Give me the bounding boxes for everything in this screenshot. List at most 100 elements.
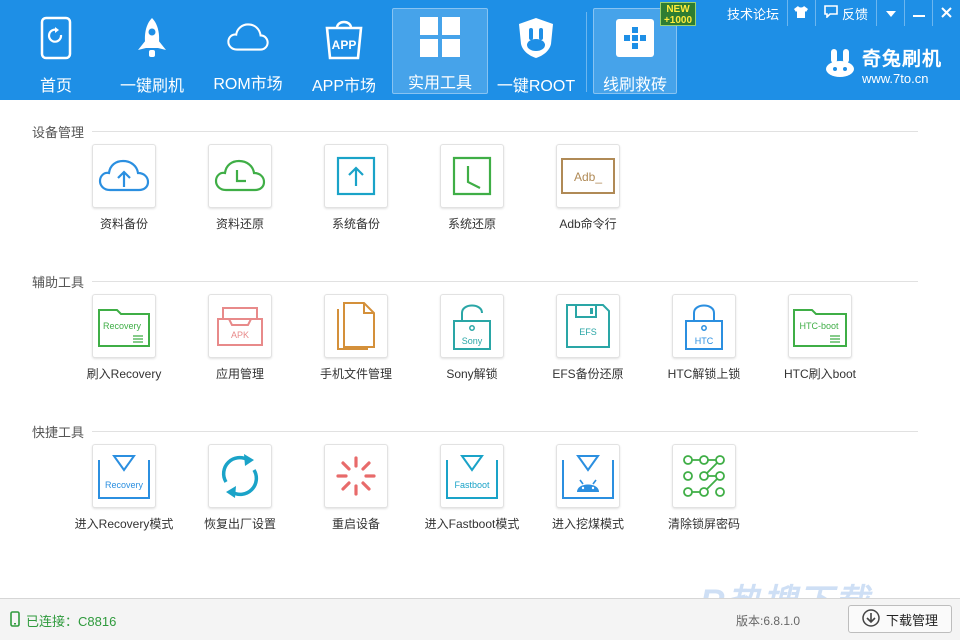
section-title-text: 快捷工具 bbox=[32, 425, 85, 440]
feedback-link[interactable]: 反馈 bbox=[814, 0, 876, 26]
tool-label: 进入Recovery模式 bbox=[74, 517, 174, 531]
rabbit-logo-icon bbox=[824, 48, 856, 83]
section-title: 快捷工具 bbox=[32, 422, 918, 441]
minimize-button[interactable] bbox=[904, 0, 932, 26]
tool-label: 系统还原 bbox=[447, 217, 496, 231]
section-device-management: 设备管理 资料备份 资料还原 系统备份 系统还原 Adb_ Adb命令行 bbox=[32, 122, 918, 231]
tool-label: 清除锁屏密码 bbox=[667, 517, 740, 531]
tool-clear-lock-password[interactable]: 清除锁屏密码 bbox=[646, 444, 762, 544]
tool-data-backup[interactable]: 资料备份 bbox=[66, 144, 182, 244]
tool-label: 系统备份 bbox=[331, 217, 380, 231]
section-divider bbox=[92, 281, 918, 282]
title-bar-controls: 技术论坛 反馈 bbox=[719, 0, 960, 26]
section-title-text: 辅助工具 bbox=[32, 275, 85, 290]
status-bar: 已连接：C8816 版本:6.8.1.0 下载管理 bbox=[0, 598, 960, 640]
tool-sony-unlock[interactable]: Sony Sony解锁 bbox=[414, 294, 530, 394]
nav-label: ROM市场 bbox=[213, 76, 283, 93]
tool-enter-recovery[interactable]: Recovery 进入Recovery模式 bbox=[66, 444, 182, 544]
download-manager-button[interactable]: 下载管理 bbox=[848, 605, 952, 633]
tool-label: 应用管理 bbox=[215, 367, 264, 381]
tool-enter-download-mode[interactable]: 进入挖煤模式 bbox=[530, 444, 646, 544]
tool-label: 刷入Recovery bbox=[86, 367, 162, 381]
section-quick-tools: 快捷工具 Recovery 进入Recovery模式 恢复出厂设置 重启设备 F… bbox=[32, 422, 918, 531]
cloud-icon bbox=[226, 16, 270, 58]
terminal-icon: Adb_ bbox=[556, 144, 620, 208]
tool-label: 恢复出厂设置 bbox=[203, 517, 276, 531]
connection-text: 已连接：C8816 bbox=[26, 614, 117, 629]
nav-one-click-root[interactable]: 一键ROOT bbox=[488, 8, 584, 95]
section-divider bbox=[92, 131, 918, 132]
version-text: 版本:6.8.1.0 bbox=[736, 614, 801, 628]
svg-text:Adb_: Adb_ bbox=[574, 170, 602, 184]
forum-link[interactable]: 技术论坛 bbox=[719, 0, 787, 26]
tool-label: HTC刷入boot bbox=[783, 367, 857, 381]
nav-label: 首页 bbox=[39, 78, 72, 95]
box-clock-icon bbox=[440, 144, 504, 208]
nav-app-market[interactable]: APP APP市场 bbox=[296, 8, 392, 95]
section-title-text: 设备管理 bbox=[32, 125, 85, 140]
nav-rom-market[interactable]: ROM市场 bbox=[200, 8, 296, 94]
tool-htc-lock[interactable]: HTC HTC解锁上锁 bbox=[646, 294, 762, 394]
brick-plus-icon bbox=[613, 17, 657, 59]
folder-htcboot-icon: HTC-boot bbox=[788, 294, 852, 358]
svg-text:Recovery: Recovery bbox=[103, 321, 142, 331]
box-upload-icon bbox=[324, 144, 388, 208]
badge-line: +1000 bbox=[663, 15, 693, 26]
chevron-down-icon bbox=[885, 6, 897, 21]
tool-label: 重启设备 bbox=[331, 517, 380, 531]
menu-dropdown-button[interactable] bbox=[876, 0, 904, 26]
tool-system-backup[interactable]: 系统备份 bbox=[298, 144, 414, 244]
folder-recovery-icon: Recovery bbox=[92, 294, 156, 358]
download-icon bbox=[862, 608, 880, 630]
skin-button[interactable] bbox=[786, 0, 815, 26]
tool-label: HTC解锁上锁 bbox=[667, 367, 741, 381]
tool-flash-recovery[interactable]: Recovery 刷入Recovery bbox=[66, 294, 182, 394]
tool-enter-fastboot[interactable]: Fastboot 进入Fastboot模式 bbox=[414, 444, 530, 544]
lock-htc-icon: HTC bbox=[672, 294, 736, 358]
tool-file-manager[interactable]: 手机文件管理 bbox=[298, 294, 414, 394]
tool-label: 进入Fastboot模式 bbox=[424, 517, 520, 531]
tool-efs-backup[interactable]: EFS EFS备份还原 bbox=[530, 294, 646, 394]
tool-label: 资料还原 bbox=[215, 217, 264, 231]
tshirt-icon bbox=[793, 5, 809, 22]
svg-text:Sony: Sony bbox=[462, 336, 483, 346]
app-header: 首页 一键刷机 ROM市场 APP APP市场 实用工具 一键ROOT 线刷救砖… bbox=[0, 0, 960, 100]
tool-system-restore[interactable]: 系统还原 bbox=[414, 144, 530, 244]
tool-label: 手机文件管理 bbox=[319, 367, 392, 381]
tool-factory-reset[interactable]: 恢复出厂设置 bbox=[182, 444, 298, 544]
section-divider bbox=[92, 431, 918, 432]
nav-label: 线刷救砖 bbox=[602, 77, 667, 94]
nav-home[interactable]: 首页 bbox=[8, 8, 104, 95]
tool-htc-flash-boot[interactable]: HTC-boot HTC刷入boot bbox=[762, 294, 878, 394]
nav-utility-tools[interactable]: 实用工具 bbox=[392, 8, 488, 94]
svg-text:HTC-boot: HTC-boot bbox=[799, 321, 839, 331]
cloud-clock-icon bbox=[208, 144, 272, 208]
floppy-efs-icon: EFS bbox=[556, 294, 620, 358]
section-aux-tools: 辅助工具 Recovery 刷入Recovery APK 应用管理 手机文件管理 bbox=[32, 272, 918, 381]
reboot-spinner-icon bbox=[324, 444, 388, 508]
badge-line: NEW bbox=[666, 4, 690, 15]
close-icon bbox=[941, 6, 952, 21]
chat-icon bbox=[824, 5, 838, 21]
brand-url: www.7to.cn bbox=[861, 71, 929, 86]
nav-label: 一键刷机 bbox=[119, 78, 184, 95]
tool-label: 资料备份 bbox=[99, 217, 148, 231]
nav-divider bbox=[586, 12, 587, 92]
svg-text:APK: APK bbox=[231, 330, 249, 340]
files-icon bbox=[324, 294, 388, 358]
app-bag-icon: APP bbox=[322, 16, 366, 60]
tool-adb-terminal[interactable]: Adb_ Adb命令行 bbox=[530, 144, 646, 244]
cloud-upload-icon bbox=[92, 144, 156, 208]
nav-one-click-flash[interactable]: 一键刷机 bbox=[104, 8, 200, 95]
android-download-icon bbox=[556, 444, 620, 508]
svg-text:Recovery: Recovery bbox=[105, 480, 144, 490]
lock-sony-icon: Sony bbox=[440, 294, 504, 358]
nav-label: APP市场 bbox=[311, 78, 377, 95]
brand-name: 奇兔刷机 bbox=[861, 49, 942, 70]
close-button[interactable] bbox=[932, 0, 960, 26]
tool-app-management[interactable]: APK 应用管理 bbox=[182, 294, 298, 394]
tool-reboot-device[interactable]: 重启设备 bbox=[298, 444, 414, 544]
feedback-label: 反馈 bbox=[841, 6, 868, 22]
tool-data-restore[interactable]: 资料还原 bbox=[182, 144, 298, 244]
phone-refresh-icon bbox=[34, 16, 78, 60]
